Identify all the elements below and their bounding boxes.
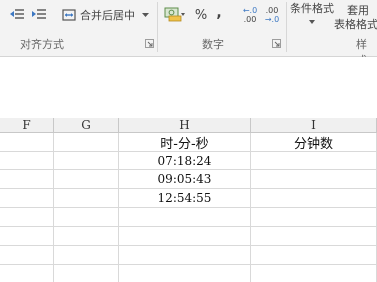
column-header-i[interactable]: I xyxy=(251,118,377,133)
cell[interactable] xyxy=(54,189,119,208)
merge-center-label: 合并后居中 xyxy=(80,9,135,22)
cell-h-header[interactable]: 时-分-秒 xyxy=(119,133,251,152)
group-separator xyxy=(286,2,287,52)
merge-center-icon xyxy=(62,9,76,21)
merge-center-button[interactable]: 合并后居中 xyxy=(62,5,150,25)
cell[interactable] xyxy=(251,227,377,246)
cell[interactable] xyxy=(0,208,54,227)
cell[interactable] xyxy=(54,246,119,265)
cell[interactable] xyxy=(119,246,251,265)
cell[interactable] xyxy=(0,133,54,152)
cell[interactable] xyxy=(54,208,119,227)
format-as-table-label-2[interactable]: 表格格式 xyxy=(332,17,377,31)
column-header-f[interactable]: F xyxy=(0,118,54,133)
increase-indent-icon[interactable] xyxy=(30,5,48,25)
cell[interactable] xyxy=(251,152,377,170)
accounting-format-icon[interactable] xyxy=(163,4,187,24)
cell[interactable] xyxy=(0,265,54,282)
comma-style-button[interactable]: , xyxy=(214,3,224,23)
column-header-h[interactable]: H xyxy=(119,118,251,133)
cell[interactable] xyxy=(54,133,119,152)
increase-decimal-bottom: .00 xyxy=(243,15,257,24)
cell[interactable] xyxy=(0,227,54,246)
cell-time[interactable]: 12:54:55 xyxy=(119,189,251,208)
cell[interactable] xyxy=(251,189,377,208)
cell[interactable] xyxy=(251,246,377,265)
increase-decimal-button[interactable]: ←.0 .00 xyxy=(240,3,260,27)
cell[interactable] xyxy=(0,189,54,208)
column-header-g[interactable]: G xyxy=(54,118,119,133)
cell-time[interactable]: 07:18:24 xyxy=(119,152,251,170)
group-separator xyxy=(157,2,158,52)
decrease-decimal-bottom: →.0 xyxy=(264,15,280,24)
alignment-group-label: 对齐方式 xyxy=(20,38,64,51)
cell[interactable] xyxy=(54,265,119,282)
cell-i-header[interactable]: 分钟数 xyxy=(251,133,377,152)
decrease-indent-icon[interactable] xyxy=(8,5,26,25)
cell[interactable] xyxy=(0,246,54,265)
conditional-formatting-button[interactable]: 条件格式 xyxy=(288,0,336,16)
merge-center-dropdown-icon[interactable] xyxy=(140,5,150,25)
cell[interactable] xyxy=(0,170,54,189)
format-as-table-label-1[interactable]: 套用 xyxy=(338,3,377,17)
cell[interactable] xyxy=(54,152,119,170)
spreadsheet-grid: F G H I 时-分-秒 分钟数 07:18:24 09:05:43 12:5… xyxy=(0,118,377,282)
cell[interactable] xyxy=(251,265,377,282)
formula-bar-area xyxy=(0,57,377,119)
cell-time[interactable]: 09:05:43 xyxy=(119,170,251,189)
number-group-label: 数字 xyxy=(202,38,224,51)
cell[interactable] xyxy=(0,152,54,170)
cell[interactable] xyxy=(251,170,377,189)
cell[interactable] xyxy=(119,208,251,227)
cell[interactable] xyxy=(54,227,119,246)
decrease-decimal-top: .00 xyxy=(265,6,279,15)
alignment-dialog-launcher-icon[interactable] xyxy=(145,39,154,48)
number-dialog-launcher-icon[interactable] xyxy=(272,39,281,48)
conditional-formatting-dropdown-icon[interactable] xyxy=(307,18,317,26)
cell[interactable] xyxy=(54,170,119,189)
increase-decimal-top: ←.0 xyxy=(242,6,258,15)
cell[interactable] xyxy=(119,265,251,282)
percent-style-button[interactable]: % xyxy=(193,5,209,25)
ribbon: 合并后居中 % , ←.0 .00 .00 →.0 条件格式 套用 表格格式 对… xyxy=(0,0,377,67)
decrease-decimal-button[interactable]: .00 →.0 xyxy=(262,3,282,27)
cell[interactable] xyxy=(251,208,377,227)
cell[interactable] xyxy=(119,227,251,246)
